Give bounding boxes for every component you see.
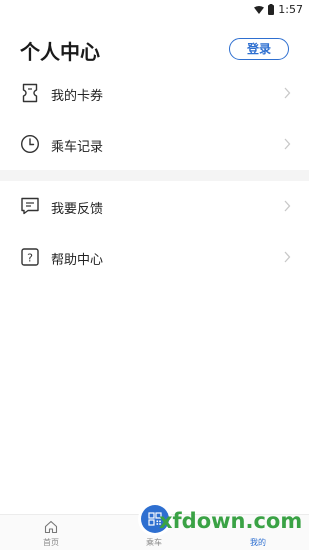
svg-text:?: ? xyxy=(27,252,33,265)
chevron-right-icon xyxy=(284,138,291,150)
chevron-right-icon xyxy=(284,200,291,212)
ticket-icon xyxy=(22,83,38,103)
status-time: 1:57 xyxy=(278,3,303,16)
tab-home[interactable]: 首页 xyxy=(21,515,81,551)
tab-ride-label: 乘车 xyxy=(146,538,162,547)
section-divider xyxy=(0,170,309,181)
menu-group-support: 我要反馈 ? 帮助中心 xyxy=(0,181,309,283)
menu-item-coupons[interactable]: 我的卡券 xyxy=(0,68,309,119)
clock-icon xyxy=(20,134,40,154)
menu-item-label: 帮助中心 xyxy=(51,253,104,268)
chevron-right-icon xyxy=(284,87,291,99)
chevron-right-icon xyxy=(284,251,291,263)
tab-mine-label: 我的 xyxy=(250,538,266,547)
status-bar: 1:57 xyxy=(0,0,309,22)
menu-item-label: 我的卡券 xyxy=(51,89,104,104)
menu-item-feedback[interactable]: 我要反馈 xyxy=(0,181,309,232)
wifi-icon xyxy=(254,5,265,14)
menu-item-label: 乘车记录 xyxy=(51,140,104,155)
page-title: 个人中心 xyxy=(20,40,100,64)
menu-item-ride-history[interactable]: 乘车记录 xyxy=(0,119,309,170)
battery-icon xyxy=(268,4,275,15)
menu-item-label: 我要反馈 xyxy=(51,202,104,217)
menu-group-account: 我的卡券 乘车记录 xyxy=(0,68,309,170)
menu-item-help-center[interactable]: ? 帮助中心 xyxy=(0,232,309,283)
header: 个人中心 登录 xyxy=(0,30,309,70)
tab-home-label: 首页 xyxy=(43,538,59,547)
status-icons: 1:57 xyxy=(254,3,303,16)
watermark: xfdown.com xyxy=(159,509,303,533)
login-button[interactable]: 登录 xyxy=(229,38,289,60)
help-icon: ? xyxy=(21,248,39,266)
home-icon xyxy=(44,520,58,534)
chat-icon xyxy=(21,197,39,215)
